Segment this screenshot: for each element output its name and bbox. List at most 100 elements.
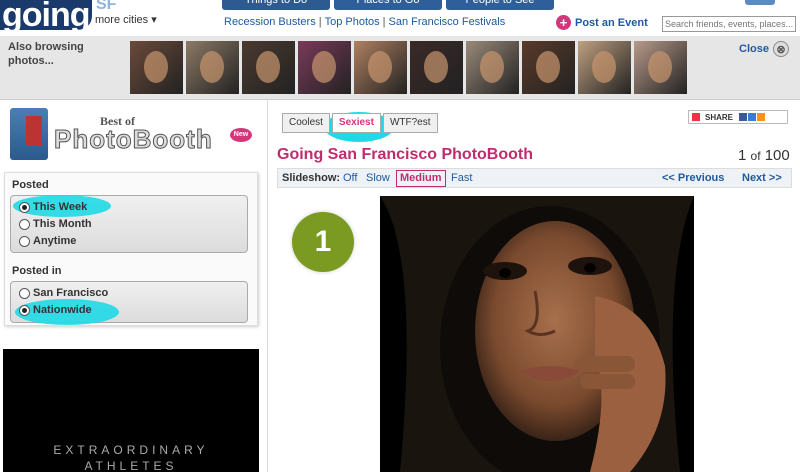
- tab-coolest[interactable]: Coolest: [282, 113, 330, 133]
- radio-this-week[interactable]: This Week: [19, 201, 87, 213]
- counter-total: 100: [764, 147, 790, 164]
- slideshow-off[interactable]: Off: [343, 172, 357, 184]
- thumbnail-photo[interactable]: [578, 41, 631, 94]
- more-cities-dropdown[interactable]: more cities ▾: [95, 13, 157, 26]
- logo-text[interactable]: going: [2, 0, 91, 35]
- share-icon: [692, 113, 700, 121]
- tab-things-to-do[interactable]: Things to Do: [222, 0, 330, 10]
- featured-photo-art: [380, 196, 694, 472]
- thumbnail-face: [648, 51, 672, 83]
- main-content: Coolest Sexiest WTF?est SHARE Going San …: [270, 100, 800, 472]
- posted-in-heading: Posted in: [12, 265, 62, 277]
- featured-photo[interactable]: [380, 196, 694, 472]
- share-button[interactable]: SHARE: [688, 110, 788, 124]
- radio-san-francisco[interactable]: San Francisco: [19, 287, 108, 299]
- close-label: Close: [739, 43, 769, 55]
- photobooth-icon: [10, 108, 48, 160]
- rank-badge: 1: [292, 212, 354, 272]
- search-input[interactable]: [662, 16, 796, 32]
- radio-label: This Week: [33, 201, 88, 213]
- close-button[interactable]: Close ⊗: [739, 41, 789, 57]
- radio-button[interactable]: [19, 287, 30, 299]
- thumbnail-photo[interactable]: [522, 41, 575, 94]
- thumbnail-photo[interactable]: [186, 41, 239, 94]
- counter-current: 1: [738, 147, 747, 164]
- thumbnail-photo[interactable]: [354, 41, 407, 94]
- twitter-icon: [748, 113, 757, 121]
- video-ad[interactable]: EXTRAORDINARY ATHLETES: [3, 349, 259, 472]
- next-link[interactable]: Next >>: [742, 172, 782, 184]
- photo-counter: 1 of 100: [738, 147, 790, 164]
- subnav-top-photos[interactable]: Top Photos: [325, 16, 380, 28]
- page: going SF more cities ▾ Things to Do Plac…: [0, 0, 800, 472]
- posted-in-options: San Francisco Nationwide: [10, 281, 248, 325]
- page-title: Going San Francisco PhotoBooth: [277, 146, 533, 163]
- filter-panel: Posted This Week This Month Anytime Post…: [4, 172, 258, 326]
- slideshow-label: Slideshow:: [282, 172, 341, 184]
- slideshow-bar: Slideshow: Off Slow Medium Fast << Previ…: [277, 168, 792, 188]
- thumbnail-face: [256, 51, 280, 83]
- category-tabs: Coolest Sexiest WTF?est: [282, 113, 438, 133]
- radio-label: Nationwide: [33, 304, 92, 316]
- posted-options: This Week This Month Anytime: [10, 195, 248, 253]
- plus-icon: +: [556, 15, 571, 30]
- radio-button[interactable]: [19, 201, 30, 213]
- thumbnail-row: [130, 41, 687, 94]
- social-icons: [739, 113, 766, 121]
- ad-line-2: ATHLETES: [84, 459, 178, 472]
- tab-people-to-see[interactable]: People to See: [446, 0, 554, 10]
- subnav-sf-festivals[interactable]: San Francisco Festivals: [388, 16, 505, 28]
- also-browsing-label: Also browsing photos...: [8, 41, 84, 67]
- thumbnail-photo[interactable]: [410, 41, 463, 94]
- thumbnail-face: [368, 51, 392, 83]
- subnav: Recession Busters | Top Photos | San Francis…: [224, 16, 506, 28]
- slideshow-medium[interactable]: Medium: [396, 170, 446, 187]
- thumbnail-face: [144, 51, 168, 83]
- thumbnail-face: [536, 51, 560, 83]
- header-right-tab[interactable]: [745, 0, 775, 5]
- tab-places-to-go[interactable]: Places to Go: [334, 0, 442, 10]
- posted-heading: Posted: [12, 179, 49, 191]
- previous-link[interactable]: << Previous: [662, 172, 724, 184]
- main-nav: Things to Do Places to Go People to See: [222, 0, 554, 10]
- subnav-recession-busters[interactable]: Recession Busters: [224, 16, 316, 28]
- photobooth-title: PhotoBooth: [54, 124, 213, 155]
- radio-button[interactable]: [19, 218, 30, 230]
- rss-icon: [757, 113, 766, 121]
- radio-anytime[interactable]: Anytime: [19, 235, 76, 247]
- city-code: SF: [96, 0, 117, 13]
- thumbnail-photo[interactable]: [130, 41, 183, 94]
- site-header: going SF more cities ▾ Things to Do Plac…: [0, 0, 800, 36]
- new-badge: New: [230, 128, 252, 142]
- tab-sexiest[interactable]: Sexiest: [331, 113, 381, 133]
- thumbnail-face: [480, 51, 504, 83]
- thumbnail-face: [312, 51, 336, 83]
- radio-label: San Francisco: [33, 287, 109, 299]
- slideshow-slow[interactable]: Slow: [366, 172, 390, 184]
- counter-of: of: [750, 149, 761, 163]
- thumbnail-photo[interactable]: [298, 41, 351, 94]
- share-label: SHARE: [705, 112, 734, 122]
- facebook-icon: [739, 113, 748, 121]
- radio-label: Anytime: [33, 235, 77, 247]
- thumbnail-photo[interactable]: [242, 41, 295, 94]
- radio-nationwide[interactable]: Nationwide: [19, 304, 92, 316]
- thumbnail-photo[interactable]: [466, 41, 519, 94]
- thumbnail-face: [592, 51, 616, 83]
- thumbnail-face: [200, 51, 224, 83]
- close-icon: ⊗: [772, 41, 789, 57]
- thumbnail-face: [424, 51, 448, 83]
- sidebar: Best of PhotoBooth New Posted This Week …: [0, 100, 268, 472]
- radio-this-month[interactable]: This Month: [19, 218, 92, 230]
- slideshow-fast[interactable]: Fast: [451, 172, 472, 184]
- photobooth-logo: Best of PhotoBooth New: [10, 108, 260, 164]
- thumbnail-photo[interactable]: [634, 41, 687, 94]
- ad-line-1: EXTRAORDINARY: [53, 443, 209, 457]
- post-event-button[interactable]: + Post an Event: [556, 15, 648, 30]
- tab-wtfest[interactable]: WTF?est: [382, 113, 438, 133]
- radio-label: This Month: [33, 218, 92, 230]
- also-browsing-strip: Also browsing photos... Close ⊗: [0, 36, 800, 100]
- post-event-label: Post an Event: [575, 16, 648, 29]
- radio-button[interactable]: [19, 235, 30, 247]
- radio-button[interactable]: [19, 304, 30, 316]
